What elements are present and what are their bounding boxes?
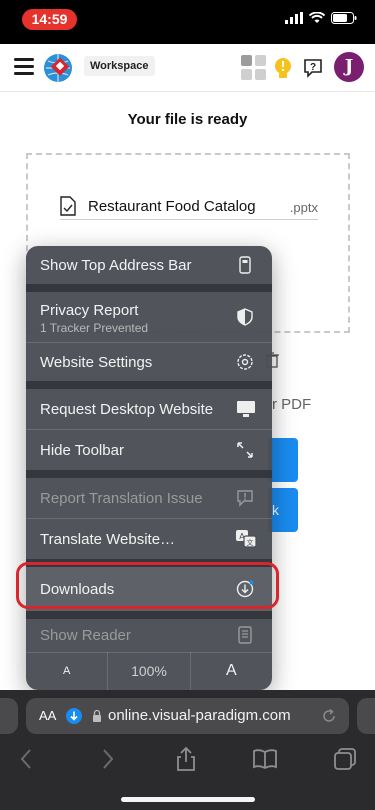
menu-item-request-desktop-website[interactable]: Request Desktop Website (26, 389, 272, 429)
status-icons (285, 12, 357, 24)
reader-icon (238, 626, 252, 644)
home-indicator (121, 797, 255, 802)
battery-icon (331, 12, 357, 24)
menu-section-gap (26, 284, 272, 292)
safari-bottom-bar: AA online.visual-paradigm.com (0, 690, 375, 810)
file-check-icon (60, 196, 76, 216)
menu-item-hide-toolbar[interactable]: Hide Toolbar (26, 430, 272, 470)
expand-arrows-icon (237, 442, 253, 458)
zoom-out-button[interactable]: A (26, 652, 109, 690)
zoom-controls: A 100% A (26, 652, 272, 690)
file-name: Restaurant Food Catalog (88, 198, 256, 215)
download-progress-icon[interactable] (66, 708, 82, 724)
status-time: 14:59 (22, 9, 77, 30)
hamburger-menu-icon[interactable] (14, 58, 34, 76)
previous-tab-preview[interactable] (0, 698, 18, 734)
tabs-overview-icon[interactable] (332, 746, 358, 772)
menu-item-show-reader: Show Reader (26, 619, 272, 652)
lock-icon (93, 709, 101, 722)
back-chevron-icon[interactable] (14, 746, 40, 772)
menu-item-report-translation-issue: Report Translation Issue (26, 478, 272, 518)
help-bubble-icon[interactable]: ? (303, 58, 323, 78)
file-extension: .pptx (289, 200, 318, 215)
svg-text:文: 文 (247, 538, 254, 547)
primary-action-button[interactable] (268, 438, 298, 482)
next-tab-preview[interactable] (357, 698, 375, 734)
zoom-level[interactable]: 100% (108, 652, 191, 690)
page-title: Your file is ready (127, 111, 248, 128)
gear-icon (237, 354, 253, 370)
menu-section-gap (26, 470, 272, 478)
visual-paradigm-logo[interactable] (42, 52, 74, 84)
file-name-row[interactable]: Restaurant Food Catalog .pptx (60, 196, 318, 220)
address-bar[interactable]: AA online.visual-paradigm.com (26, 698, 349, 734)
forward-chevron-icon[interactable] (94, 746, 120, 772)
app-header: Workspace ? J (0, 44, 375, 92)
menu-item-show-top-address-bar[interactable]: Show Top Address Bar (26, 246, 272, 284)
translate-icon: A 文 (236, 530, 257, 548)
zoom-in-button[interactable]: A (191, 652, 272, 690)
status-bar: 14:59 (0, 0, 375, 44)
monitor-icon (237, 401, 255, 417)
secondary-action-button[interactable]: k (268, 488, 298, 532)
safari-page-menu: Show Top Address Bar Privacy Report 1 Tr… (26, 246, 272, 690)
svg-text:?: ? (310, 62, 316, 73)
lightbulb-icon[interactable] (273, 56, 293, 80)
url-text: online.visual-paradigm.com (108, 707, 291, 724)
bookmarks-book-icon[interactable] (252, 746, 278, 772)
safari-toolbar (0, 746, 375, 776)
cellular-signal-icon (285, 12, 303, 24)
menu-item-website-settings[interactable]: Website Settings (26, 343, 272, 381)
convert-pdf-text: r PDF (272, 396, 312, 413)
avatar[interactable]: J (334, 52, 364, 82)
apps-grid-icon[interactable] (240, 54, 268, 82)
workspace-button[interactable]: Workspace (84, 56, 155, 76)
menu-section-gap (26, 611, 272, 619)
downloads-highlight-ring (16, 562, 279, 609)
page-settings-button[interactable]: AA (39, 708, 56, 723)
shield-icon (237, 308, 253, 326)
address-bar-icon (239, 256, 251, 274)
menu-item-privacy-report[interactable]: Privacy Report 1 Tracker Prevented (26, 292, 272, 342)
share-icon[interactable] (173, 746, 199, 772)
wifi-icon (309, 12, 325, 23)
menu-item-translate-website[interactable]: Translate Website… A 文 (26, 519, 272, 559)
reload-icon[interactable] (321, 708, 337, 724)
menu-section-gap (26, 381, 272, 389)
svg-text:A: A (239, 532, 245, 541)
report-bubble-icon (237, 490, 253, 507)
